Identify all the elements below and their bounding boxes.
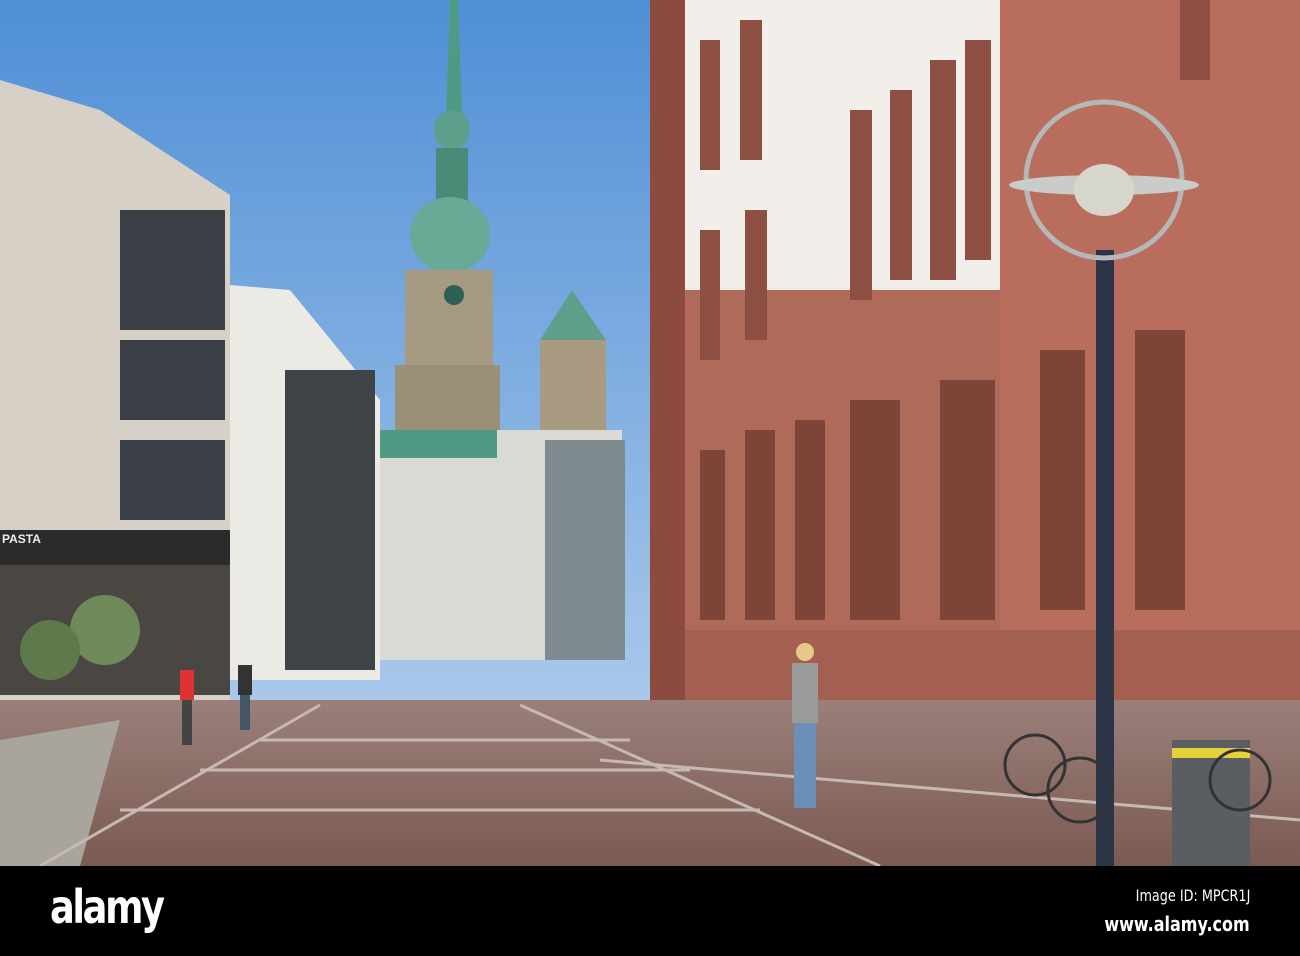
image-id: Image ID: MPCR1J xyxy=(1135,886,1250,905)
alamy-logo: alamy xyxy=(50,880,165,934)
right-buildings xyxy=(650,0,1300,745)
stock-photo: PASTA alamy Image ID: MPCR1J www.alamy.c… xyxy=(0,0,1300,956)
website-url: www.alamy.com xyxy=(1104,912,1250,936)
watermark-footer: alamy Image ID: MPCR1J www.alamy.com xyxy=(0,866,1300,956)
street-scene-photo: PASTA xyxy=(0,0,1300,866)
shop-sign-pasta: PASTA xyxy=(2,532,41,546)
